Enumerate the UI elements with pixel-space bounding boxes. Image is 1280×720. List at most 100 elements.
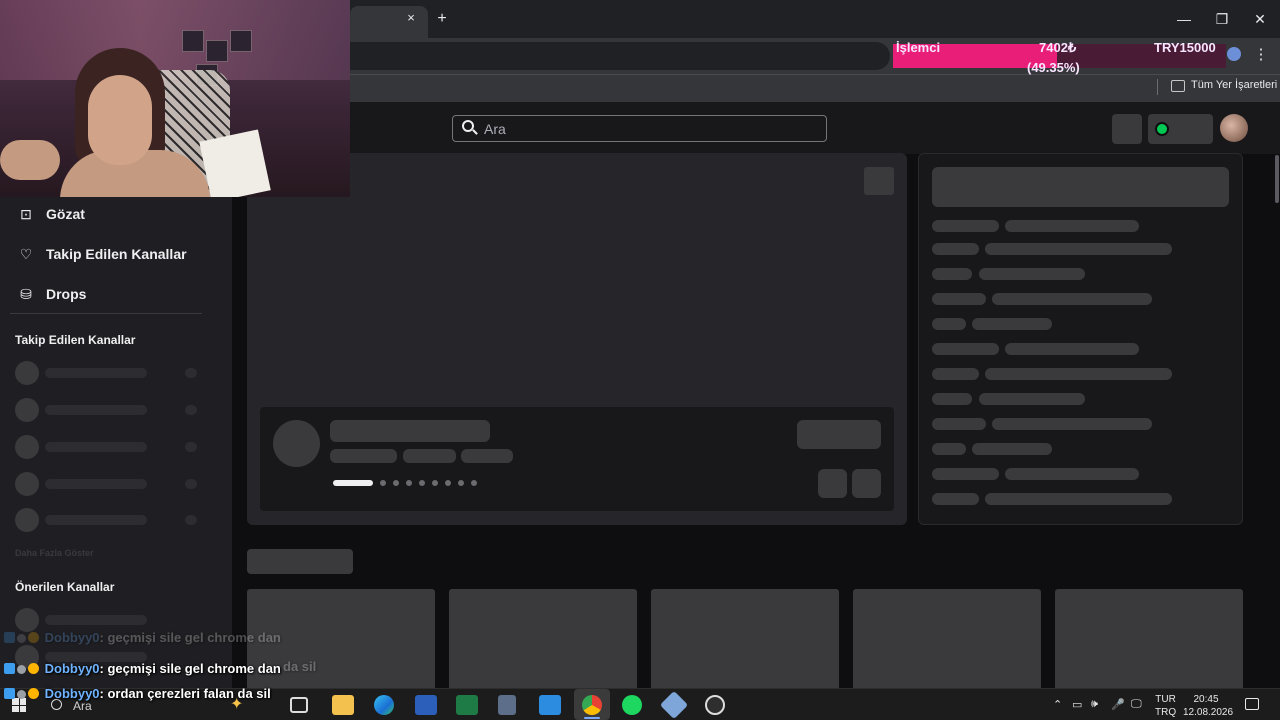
streamer-face bbox=[88, 75, 152, 165]
panel-skeleton-line bbox=[932, 243, 979, 255]
stream-card[interactable] bbox=[1055, 589, 1243, 699]
task-view-icon[interactable] bbox=[290, 697, 308, 713]
chat-badge-icon bbox=[4, 663, 15, 674]
featured-button-skeleton bbox=[818, 469, 847, 498]
carousel-dot[interactable] bbox=[419, 480, 425, 486]
panel-skeleton-line bbox=[932, 418, 986, 430]
stream-card[interactable] bbox=[449, 589, 637, 699]
carousel-dot[interactable] bbox=[458, 480, 464, 486]
notifications-button[interactable] bbox=[1112, 114, 1142, 144]
chat-badge-icon bbox=[28, 688, 39, 699]
drops-icon: ⛁ bbox=[20, 286, 32, 302]
panel-skeleton-line bbox=[972, 443, 1052, 455]
spotify-icon[interactable] bbox=[622, 695, 642, 715]
keyboard-layout: TRQ bbox=[1155, 707, 1177, 718]
panel-skeleton-line bbox=[932, 268, 972, 280]
panel-skeleton-line bbox=[979, 393, 1085, 405]
channel-skeleton-avatar bbox=[15, 508, 39, 532]
panel-skeleton-line bbox=[1005, 220, 1139, 232]
featured-button-skeleton bbox=[852, 469, 881, 498]
chat-username: Dobbyy0 bbox=[44, 686, 100, 701]
channel-skeleton-line bbox=[45, 368, 147, 378]
followed-channels-heading: Takip Edilen Kanallar bbox=[15, 333, 136, 347]
word-icon[interactable] bbox=[415, 695, 437, 715]
address-bar[interactable] bbox=[350, 42, 890, 70]
chat-username: Dobbyy0 bbox=[44, 661, 100, 676]
chat-message: Dobbyy0: geçmişi sile gel chrome dan bbox=[4, 630, 281, 645]
webcam-overlay bbox=[0, 0, 350, 197]
language-indicator[interactable]: TUR TRQ bbox=[1155, 693, 1176, 719]
carousel-dot[interactable] bbox=[393, 480, 399, 486]
calculator-icon[interactable] bbox=[498, 695, 516, 715]
webcam-background bbox=[0, 0, 350, 80]
show-more-link[interactable]: Daha Fazla Göster bbox=[15, 548, 94, 558]
chat-username: Dobbyy0 bbox=[44, 630, 100, 645]
heart-icon: ♡ bbox=[19, 246, 33, 262]
stream-card[interactable] bbox=[853, 589, 1041, 699]
new-tab-button[interactable]: + bbox=[432, 9, 452, 29]
browser-menu-icon[interactable]: ⋮ bbox=[1252, 44, 1270, 66]
channel-skeleton-avatar bbox=[15, 608, 39, 632]
user-avatar[interactable] bbox=[1220, 114, 1248, 142]
channel-skeleton-status bbox=[185, 479, 197, 489]
carousel-thumbnail[interactable] bbox=[864, 167, 894, 195]
channel-skeleton-line bbox=[45, 405, 147, 415]
cpu-target: TRY15000 bbox=[1154, 40, 1216, 55]
channel-skeleton-avatar bbox=[15, 472, 39, 496]
carousel-dot[interactable] bbox=[380, 480, 386, 486]
cpu-label: İşlemci bbox=[896, 40, 941, 55]
sidebar-item-drops[interactable]: Drops bbox=[46, 286, 86, 302]
wall-photo bbox=[230, 30, 252, 52]
chat-message: Dobbyy0: ordan çerezleri falan da sil bbox=[4, 686, 271, 701]
panel-skeleton-line bbox=[932, 468, 999, 480]
paper bbox=[199, 129, 271, 197]
display-icon[interactable]: 🖵 bbox=[1131, 698, 1142, 711]
edge-icon[interactable] bbox=[374, 695, 394, 715]
volume-icon[interactable]: 🕪 bbox=[1091, 698, 1098, 711]
tray-overflow-icon[interactable]: ⌃ bbox=[1053, 698, 1062, 711]
stream-card[interactable] bbox=[651, 589, 839, 699]
tab-strip bbox=[350, 0, 1280, 38]
obs-icon[interactable] bbox=[705, 695, 725, 715]
all-bookmarks-link[interactable]: Tüm Yer İşaretleri bbox=[1191, 79, 1277, 91]
chrome-icon[interactable] bbox=[582, 695, 602, 715]
bookmarks-bar bbox=[350, 74, 1280, 102]
globe-icon bbox=[1227, 47, 1241, 61]
panel-skeleton-line bbox=[932, 343, 999, 355]
sidebar-item-browse[interactable]: Gözat bbox=[46, 206, 85, 222]
sidebar-divider bbox=[10, 313, 202, 314]
panel-skeleton-line bbox=[979, 268, 1085, 280]
search-input[interactable] bbox=[452, 115, 827, 142]
sidebar-item-following[interactable]: Takip Edilen Kanallar bbox=[46, 246, 187, 262]
tab-close-icon[interactable]: × bbox=[402, 9, 420, 27]
chat-text: da sil bbox=[283, 659, 317, 674]
microphone-icon[interactable]: 🎤 bbox=[1111, 698, 1125, 711]
battery-icon[interactable]: ▭ bbox=[1072, 698, 1082, 711]
clock[interactable]: 20:45 12.08.2026 bbox=[1183, 693, 1233, 719]
close-window-button[interactable]: ✕ bbox=[1248, 8, 1272, 30]
notification-icon[interactable] bbox=[1245, 698, 1259, 710]
section-heading-skeleton bbox=[247, 549, 353, 574]
chat-message: Dobbyy0: geçmişi sile gel chrome dan bbox=[4, 661, 281, 676]
taskbar-search-label[interactable]: Ara bbox=[73, 699, 92, 713]
wall-photo bbox=[206, 40, 228, 62]
maximize-button[interactable]: ❐ bbox=[1210, 8, 1234, 30]
panel-skeleton-line bbox=[932, 393, 972, 405]
file-explorer-icon[interactable] bbox=[332, 695, 354, 715]
excel-icon[interactable] bbox=[456, 695, 478, 715]
channel-skeleton-line bbox=[45, 615, 147, 625]
carousel-dot[interactable] bbox=[445, 480, 451, 486]
channel-skeleton-status bbox=[185, 405, 197, 415]
panel-skeleton-line bbox=[985, 368, 1172, 380]
carousel-dot[interactable] bbox=[406, 480, 412, 486]
wall-photo bbox=[182, 30, 204, 52]
minimize-button[interactable]: — bbox=[1172, 8, 1196, 30]
panel-skeleton-line bbox=[1005, 343, 1139, 355]
channel-skeleton-line bbox=[45, 479, 147, 489]
carousel-dot[interactable] bbox=[471, 480, 477, 486]
store-icon[interactable] bbox=[539, 695, 561, 715]
chat-badge-icon bbox=[28, 632, 39, 643]
carousel-dot-active[interactable] bbox=[333, 480, 373, 486]
page-scrollbar[interactable] bbox=[1275, 155, 1279, 203]
carousel-dot[interactable] bbox=[432, 480, 438, 486]
